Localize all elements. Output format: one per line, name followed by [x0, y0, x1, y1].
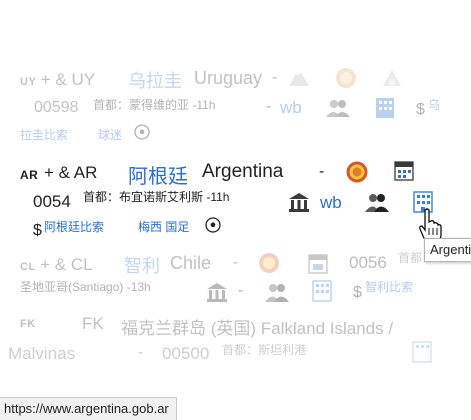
mountain-icon[interactable]	[287, 66, 311, 88]
link-tooltip: Argentina	[424, 238, 471, 262]
office-building-icon[interactable]	[374, 96, 396, 120]
code-plus: + & AR	[44, 163, 98, 182]
status-bar-url: https://www.argentina.gob.ar	[0, 397, 177, 420]
people-icon[interactable]	[264, 281, 290, 303]
capital-info: 首都：蒙得维的亚 -11h	[93, 98, 216, 112]
country-code: FK	[20, 318, 36, 330]
code-plus: + & CL	[40, 255, 93, 274]
country-name-cn[interactable]: 乌拉圭	[128, 67, 182, 93]
soccer-ball-icon	[205, 217, 221, 233]
country-name-cn[interactable]: 智利	[124, 252, 160, 278]
currency-link[interactable]: 阿根廷比索	[44, 218, 104, 235]
separator-dash: -	[238, 282, 244, 299]
football-link[interactable]: 梅西 国足	[138, 218, 189, 235]
sun-emblem-icon[interactable]	[345, 160, 369, 184]
country-code: AR	[20, 168, 39, 182]
currency-link[interactable]: 乌	[428, 96, 440, 113]
capital-info: 圣地亚哥(Santiago) -13h	[20, 280, 151, 294]
country-name-en: Chile	[170, 253, 212, 273]
separator-dash: -	[319, 163, 325, 180]
currency-symbol: $	[353, 284, 362, 301]
capital-label: 首都	[398, 251, 423, 265]
calendar-building-icon[interactable]	[392, 158, 416, 182]
dial-code: 0056	[349, 253, 387, 272]
code-plus: + & UY	[40, 70, 96, 89]
separator-dash: -	[138, 344, 144, 361]
weibo-link[interactable]: wb	[320, 193, 342, 213]
weibo-link[interactable]: wb	[280, 98, 302, 118]
currency-compare-link[interactable]: 拉圭比索	[20, 126, 68, 143]
country-code: CL	[20, 261, 36, 273]
separator-dash: -	[272, 69, 278, 86]
capital-info: 首都：布宜诺斯艾利斯 -11h	[83, 190, 230, 204]
fans-link[interactable]: 球迷	[98, 126, 122, 143]
bank-building-icon[interactable]	[205, 281, 229, 303]
dial-code: 0054	[33, 192, 71, 211]
country-name[interactable]: 福克兰群岛 (英国) Falkland Islands /	[121, 314, 393, 339]
sun-emblem-icon[interactable]	[334, 66, 358, 90]
people-icon[interactable]	[325, 97, 351, 119]
calendar-building-icon[interactable]	[306, 251, 330, 275]
currency-symbol: $	[33, 222, 42, 239]
people-icon[interactable]	[364, 191, 390, 213]
country-name-cont: Malvinas	[8, 344, 76, 363]
office-building-icon[interactable]	[311, 279, 333, 303]
separator-dash: -	[266, 98, 272, 115]
sun-emblem-icon[interactable]	[257, 251, 281, 275]
country-code: UY	[20, 76, 37, 88]
dial-code: 00598	[34, 99, 79, 116]
currency-symbol: $	[416, 101, 425, 118]
office-building-icon[interactable]	[411, 340, 433, 364]
separator-dash: -	[233, 254, 239, 271]
dial-code: 00500	[162, 344, 210, 363]
currency-link[interactable]: 智利比索	[365, 278, 413, 295]
triangle-landmark-icon[interactable]	[380, 66, 404, 88]
country-name-cn[interactable]: 阿根廷	[128, 160, 188, 189]
bank-building-icon[interactable]	[287, 191, 311, 213]
country-name-en: Argentina	[202, 161, 284, 182]
soccer-ball-icon	[134, 124, 150, 140]
country-name-en: Uruguay	[194, 68, 263, 88]
country-code-2: FK	[82, 314, 104, 333]
capital-info: 首都：斯坦利港	[222, 343, 307, 357]
